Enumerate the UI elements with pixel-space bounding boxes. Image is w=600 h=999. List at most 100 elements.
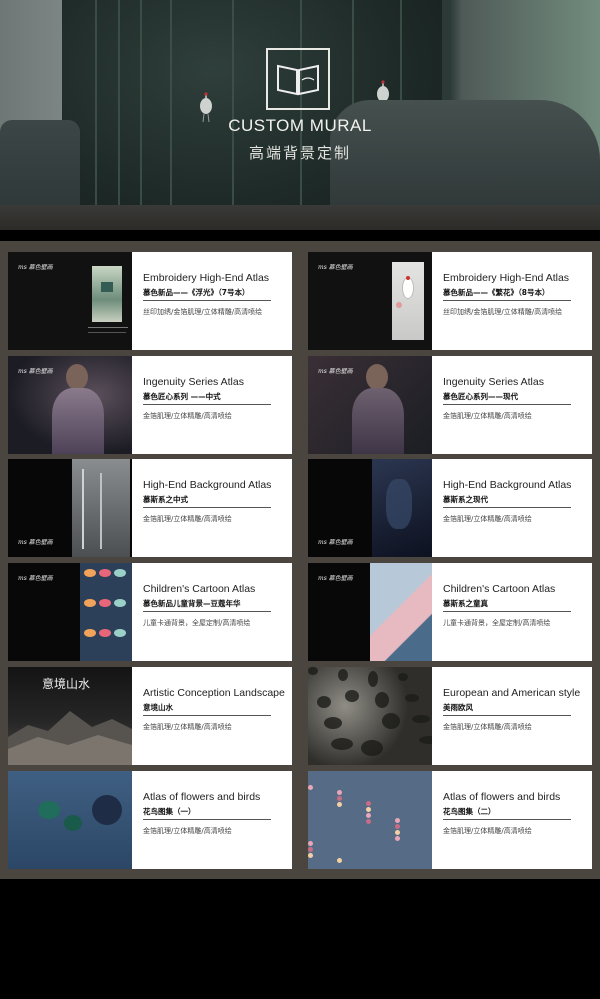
catalog-card[interactable]: 意境山水 Artistic Conception Landscape 意境山水 金箔肌…	[8, 667, 292, 765]
card-title-en: High-End Background Atlas	[143, 479, 272, 491]
catalog-card[interactable]: ms 慕色壁画 High-End Background Atlas 慕斯系之中式金箔…	[8, 459, 292, 557]
card-title-cn: 慕色新品——《繁花》（8号本）	[443, 288, 550, 297]
card-title-en: Embroidery High-End Atlas	[143, 272, 270, 284]
card-features: 儿童卡通背景，全屋定制/高清喷绘	[443, 619, 551, 627]
card-title-cn: 慕斯系之童真	[443, 599, 488, 608]
card-info: Children's Cartoon Atlas 慕斯系之童真儿童卡通背景，全屋定…	[443, 563, 589, 661]
bamboo-stalk	[95, 0, 97, 230]
card-thumbnail[interactable]: ms 慕色壁画	[8, 252, 132, 350]
card-title-cn: 慕色新品——《浮光》（7号本）	[143, 288, 250, 297]
card-thumbnail[interactable]: ms 慕色壁画	[308, 252, 432, 350]
card-features: 金箔肌理/立体精雕/高清喷绘	[143, 723, 232, 731]
catalog-card[interactable]: ms 慕色壁画 Embroidery High-End Atlas 慕色新品——《浮…	[8, 252, 292, 350]
card-info: Ingenuity Series Atlas 慕色匠心系列 ——中式金箔肌理/立体…	[143, 356, 289, 454]
divider	[443, 715, 571, 716]
catalog-card[interactable]: ms 慕色壁画 Ingenuity Series Atlas 慕色匠心系列 ——中式…	[8, 356, 292, 454]
book-logo-icon	[266, 48, 330, 110]
card-thumbnail[interactable]	[308, 771, 432, 869]
card-info: Embroidery High-End Atlas 慕色新品——《浮光》（7号本）…	[143, 252, 289, 350]
catalog-card[interactable]: ms 慕色壁画 Children's Cartoon Atlas 慕斯系之童真儿童卡…	[308, 563, 592, 661]
brand-logo: ms 慕色壁画	[18, 368, 53, 375]
card-title-cn: 慕色匠心系列——现代	[443, 392, 518, 401]
bamboo-stalk	[232, 0, 234, 230]
card-thumbnail[interactable]: ms 慕色壁画	[8, 459, 132, 557]
card-features: 金箔肌理/立体精雕/高清喷绘	[443, 827, 532, 835]
card-features: 金箔肌理/立体精雕/高清喷绘	[443, 515, 532, 523]
card-title-cn: 慕斯系之中式	[143, 495, 188, 504]
card-info: European and American style 美雨欧风 金箔肌理/立体精雕…	[443, 667, 589, 765]
divider	[143, 507, 271, 508]
divider	[143, 611, 271, 612]
card-title-en: Embroidery High-End Atlas	[443, 272, 570, 284]
bamboo-stalk	[118, 0, 120, 230]
card-title-cn: 慕色新品儿童背景—豆蔻年华	[143, 599, 241, 608]
card-info: Atlas of flowers and birds 花鸟图集（二） 金箔肌理/立体…	[443, 771, 589, 869]
card-features: 金箔肌理/立体精雕/高清喷绘	[443, 412, 532, 420]
card-thumbnail[interactable]	[8, 771, 132, 869]
catalog-card[interactable]: ms 慕色壁画 Ingenuity Series Atlas 慕色匠心系列——现代金…	[308, 356, 592, 454]
card-thumbnail[interactable]	[308, 667, 432, 765]
hero-banner: CUSTOM MURAL 高端背景定制	[0, 0, 600, 230]
card-thumbnail[interactable]: 意境山水	[8, 667, 132, 765]
card-title-cn: 花鸟图集（一）	[143, 807, 196, 816]
card-info: Artistic Conception Landscape 意境山水 金箔肌理/立体…	[143, 667, 289, 765]
brand-logo: ms 慕色壁画	[18, 264, 53, 271]
card-features: 金箔肌理/立体精雕/高清喷绘	[143, 412, 232, 420]
catalog-card[interactable]: ms 慕色壁画 Children's Cartoon Atlas 慕色新品儿童背景—…	[8, 563, 292, 661]
card-features: 丝印加绣/金箔肌理/立体精雕/高清喷绘	[143, 308, 263, 316]
brand-logo: ms 慕色壁画	[318, 575, 353, 582]
catalog-card[interactable]: ms 慕色壁画 High-End Background Atlas 慕斯系之现代金箔…	[308, 459, 592, 557]
catalog-card[interactable]: European and American style 美雨欧风 金箔肌理/立体精雕…	[308, 667, 592, 765]
catalog-card[interactable]: Atlas of flowers and birds 花鸟图集（一） 金箔肌理/立体…	[8, 771, 292, 869]
catalog-card[interactable]: ms 慕色壁画 Embroidery High-End Atlas 慕色新品——《繁…	[308, 252, 592, 350]
card-info: Embroidery High-End Atlas 慕色新品——《繁花》（8号本）…	[443, 252, 589, 350]
card-thumbnail[interactable]: ms 慕色壁画	[8, 356, 132, 454]
card-title-en: European and American style	[443, 687, 581, 699]
card-title-cn: 意境山水	[143, 703, 173, 712]
card-title-en: Ingenuity Series Atlas	[143, 376, 244, 388]
divider	[143, 404, 271, 405]
card-title-en: Atlas of flowers and birds	[143, 791, 261, 803]
bamboo-stalk	[300, 0, 302, 230]
brand-logo: ms 慕色壁画	[318, 264, 353, 271]
divider	[443, 300, 571, 301]
card-info: High-End Background Atlas 慕斯系之中式金箔肌理/立体精雕…	[143, 459, 289, 557]
card-thumbnail[interactable]: ms 慕色壁画	[8, 563, 132, 661]
catalog-card[interactable]: Atlas of flowers and birds 花鸟图集（二） 金箔肌理/立体…	[308, 771, 592, 869]
card-thumbnail[interactable]: ms 慕色壁画	[308, 563, 432, 661]
divider	[443, 819, 571, 820]
card-info: High-End Background Atlas 慕斯系之现代金箔肌理/立体精雕…	[443, 459, 589, 557]
brand-logo: ms 慕色壁画	[18, 575, 53, 582]
brand-logo: ms 慕色壁画	[318, 368, 353, 375]
brand-logo: ms 慕色壁画	[318, 539, 353, 546]
card-info: Children's Cartoon Atlas 慕色新品儿童背景—豆蔻年华 儿童卡…	[143, 563, 289, 661]
card-features: 丝印加绣/金箔肌理/立体精雕/高清喷绘	[443, 308, 563, 316]
card-title-cn: 花鸟图集（二）	[443, 807, 496, 816]
bamboo-stalk	[170, 0, 172, 230]
floor	[0, 205, 600, 230]
card-title-en: Atlas of flowers and birds	[443, 791, 561, 803]
divider	[143, 715, 271, 716]
card-info: Ingenuity Series Atlas 慕色匠心系列——现代金箔肌理/立体精…	[443, 356, 589, 454]
divider	[143, 300, 271, 301]
brand-logo: ms 慕色壁画	[18, 539, 53, 546]
thumbnail-label: 意境山水	[42, 677, 91, 691]
card-features: 儿童卡通背景，全屋定制/高清喷绘	[143, 619, 251, 627]
hero-title: CUSTOM MURAL	[228, 116, 372, 135]
card-title-en: Ingenuity Series Atlas	[443, 376, 544, 388]
bamboo-stalk	[140, 0, 142, 230]
card-thumbnail[interactable]: ms 慕色壁画	[308, 459, 432, 557]
card-title-en: High-End Background Atlas	[443, 479, 572, 491]
card-features: 金箔肌理/立体精雕/高清喷绘	[143, 515, 232, 523]
card-features: 金箔肌理/立体精雕/高清喷绘	[143, 827, 232, 835]
card-title-cn: 慕色匠心系列 ——中式	[143, 392, 221, 401]
card-title-en: Children's Cartoon Atlas	[443, 583, 556, 595]
divider	[443, 404, 571, 405]
card-thumbnail[interactable]: ms 慕色壁画	[308, 356, 432, 454]
card-info: Atlas of flowers and birds 花鸟图集（一） 金箔肌理/立体…	[143, 771, 289, 869]
divider	[443, 611, 571, 612]
divider	[143, 819, 271, 820]
card-features: 金箔肌理/立体精雕/高清喷绘	[443, 723, 532, 731]
divider	[443, 507, 571, 508]
card-title-cn: 慕斯系之现代	[443, 495, 488, 504]
